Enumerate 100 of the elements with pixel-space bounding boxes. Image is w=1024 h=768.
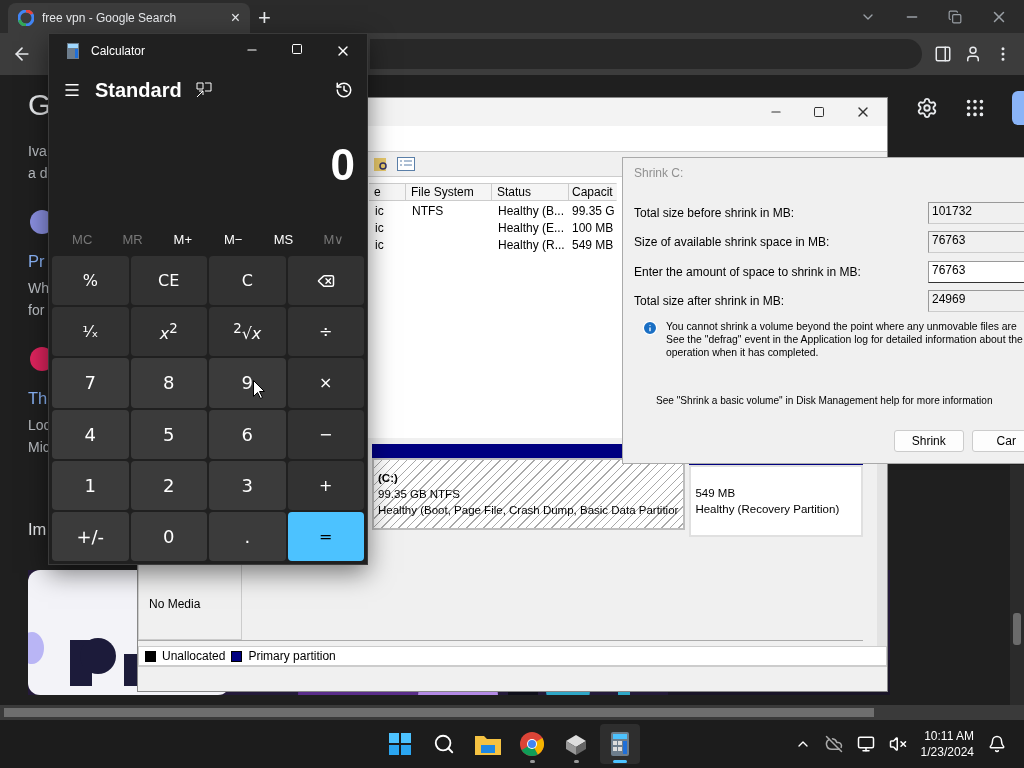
calculator-key[interactable]: C xyxy=(209,256,286,306)
column-header[interactable]: Capacit xyxy=(569,183,617,201)
display-value: 0 xyxy=(329,139,356,191)
column-header[interactable]: Status xyxy=(492,183,569,201)
calculator-key[interactable]: CE xyxy=(130,256,207,306)
apps-icon[interactable] xyxy=(964,97,986,119)
input-field: 76763 xyxy=(928,231,1024,254)
google-logo: G xyxy=(28,90,52,120)
field-label: Total size before shrink in MB: xyxy=(634,205,796,220)
horizontal-scrollbar[interactable] xyxy=(0,705,1024,720)
calculator-key[interactable]: $^{2}$√x xyxy=(209,307,286,357)
calculator-key[interactable]: ÷ xyxy=(287,307,364,357)
partition-name: (C:) xyxy=(378,471,399,486)
side-panel-icon[interactable] xyxy=(934,45,952,63)
calculator-key[interactable]: 9 xyxy=(209,358,286,408)
backspace-button[interactable] xyxy=(287,256,364,306)
calculator-key[interactable]: +/- xyxy=(52,511,129,561)
calculator-key[interactable]: % xyxy=(52,256,129,306)
memory-button[interactable]: M− xyxy=(208,231,259,247)
volume-muted-icon[interactable] xyxy=(888,735,907,753)
partition-block[interactable]: 549 MB Healthy (Recovery Partition) xyxy=(689,465,863,537)
calculator-key[interactable]: 0 xyxy=(130,511,207,561)
calculator-key[interactable]: 7 xyxy=(52,358,129,408)
tab-title: free vpn - Google Search xyxy=(42,11,178,25)
network-icon[interactable] xyxy=(856,735,875,753)
calculator-key[interactable]: 2 xyxy=(130,460,207,510)
field-label: Enter the amount of space to shrink in MB: xyxy=(634,264,862,279)
table-cell-text: Healthy (B... xyxy=(497,203,566,220)
memory-button[interactable]: MS xyxy=(258,231,309,247)
dialog-button[interactable]: Shrink xyxy=(894,430,964,452)
legend-label: Unallocated xyxy=(162,649,226,663)
tab-close-button[interactable]: × xyxy=(230,10,240,26)
calculator-key[interactable]: 8 xyxy=(130,358,207,408)
calculator-key[interactable]: . xyxy=(209,511,286,561)
column-header[interactable]: File System xyxy=(406,183,492,201)
column-header[interactable]: e xyxy=(369,183,406,201)
clock-time: 10:11 AM xyxy=(924,728,974,744)
field-label: Size of available shrink space in MB: xyxy=(634,235,831,250)
calculator-key[interactable]: x$^{2}$ xyxy=(130,307,207,357)
google-icon xyxy=(18,10,34,26)
calculator-key[interactable]: + xyxy=(287,460,364,510)
windows-icon xyxy=(389,733,411,755)
profile-icon[interactable] xyxy=(964,45,982,63)
partition-size: 549 MB xyxy=(695,486,737,501)
input-field: 24969 xyxy=(928,290,1024,313)
memory-button[interactable]: M+ xyxy=(157,231,208,247)
scrollbar[interactable] xyxy=(1010,465,1024,705)
calculator-key[interactable]: 5 xyxy=(130,409,207,459)
restore-icon[interactable] xyxy=(948,9,962,24)
new-tab-button[interactable]: + xyxy=(258,7,271,29)
partition-block[interactable]: (C:) 99.35 GB NTFS Healthy (Boot, Page File, Crash Dump, Basic Data Partitior xyxy=(372,458,686,530)
mode-title: Standard xyxy=(95,78,182,102)
disk-app-icon xyxy=(564,733,588,755)
calculator-key[interactable]: 1 xyxy=(52,460,129,510)
calculator-key[interactable]: 3 xyxy=(209,460,286,510)
calculator-key[interactable]: ¹⁄ₓ xyxy=(52,307,129,357)
table-cell-text: Healthy (E... xyxy=(497,220,566,237)
media-status: No Media xyxy=(149,597,201,611)
notification-icon[interactable] xyxy=(988,735,1006,753)
history-icon[interactable] xyxy=(335,81,353,99)
search-icon xyxy=(433,733,455,755)
input-field: 101732 xyxy=(928,201,1024,224)
dialog-button[interactable]: Car xyxy=(971,430,1024,452)
table-cell-text: Healthy (R... xyxy=(497,237,566,254)
folder-icon xyxy=(475,733,501,755)
properties-icon[interactable] xyxy=(397,157,415,171)
calculator-key[interactable]: 4 xyxy=(52,409,129,459)
table-cell-text: ic xyxy=(374,237,385,254)
calculator-key[interactable]: − xyxy=(287,409,364,459)
account-button[interactable] xyxy=(1012,91,1024,125)
calculator-icon xyxy=(611,732,629,756)
result-snippet: Wh xyxy=(28,279,49,298)
field-label: Total size after shrink in MB: xyxy=(634,294,786,309)
result-snippet: for xyxy=(28,301,45,320)
partition-status: Healthy (Boot, Page File, Crash Dump, Basic Data Partitior xyxy=(378,503,680,518)
table-cell-text: ic xyxy=(374,220,385,237)
folder-search-icon[interactable] xyxy=(373,156,389,172)
keep-on-top-icon[interactable] xyxy=(195,82,212,98)
result-title[interactable]: Th xyxy=(28,386,48,410)
browser-tab[interactable]: free vpn - Google Search × xyxy=(8,3,250,33)
section-heading: Im xyxy=(28,519,47,540)
settings-icon[interactable] xyxy=(916,97,938,119)
input-field[interactable]: 76763 xyxy=(928,260,1024,283)
info-text: You cannot shrink a volume beyond the point where any unmovable files are xyxy=(666,320,1018,333)
calculator-key[interactable]: × xyxy=(287,358,364,408)
taskbar-app[interactable] xyxy=(600,724,640,764)
menu-icon[interactable] xyxy=(63,81,81,99)
calculator-key[interactable]: 6 xyxy=(209,409,286,459)
result-snippet: a d xyxy=(28,164,48,183)
maximize-icon[interactable] xyxy=(813,106,825,118)
cloud-off-icon[interactable] xyxy=(824,735,843,753)
partition-status: Healthy (Recovery Partition) xyxy=(695,502,841,517)
calculator-key[interactable]: = xyxy=(287,511,364,561)
result-title[interactable]: Pr xyxy=(28,249,45,273)
table-cell-text: 549 MB xyxy=(571,237,615,254)
partition-size: 99.35 GB NTFS xyxy=(378,487,461,502)
table-cell-text: 99.35 G xyxy=(571,203,616,220)
table-cell-text: ic xyxy=(374,203,385,220)
info-text: See the "defrag" event in the Application log for detailed information about the xyxy=(666,333,1023,346)
table-cell-text: 100 MB xyxy=(571,220,615,237)
